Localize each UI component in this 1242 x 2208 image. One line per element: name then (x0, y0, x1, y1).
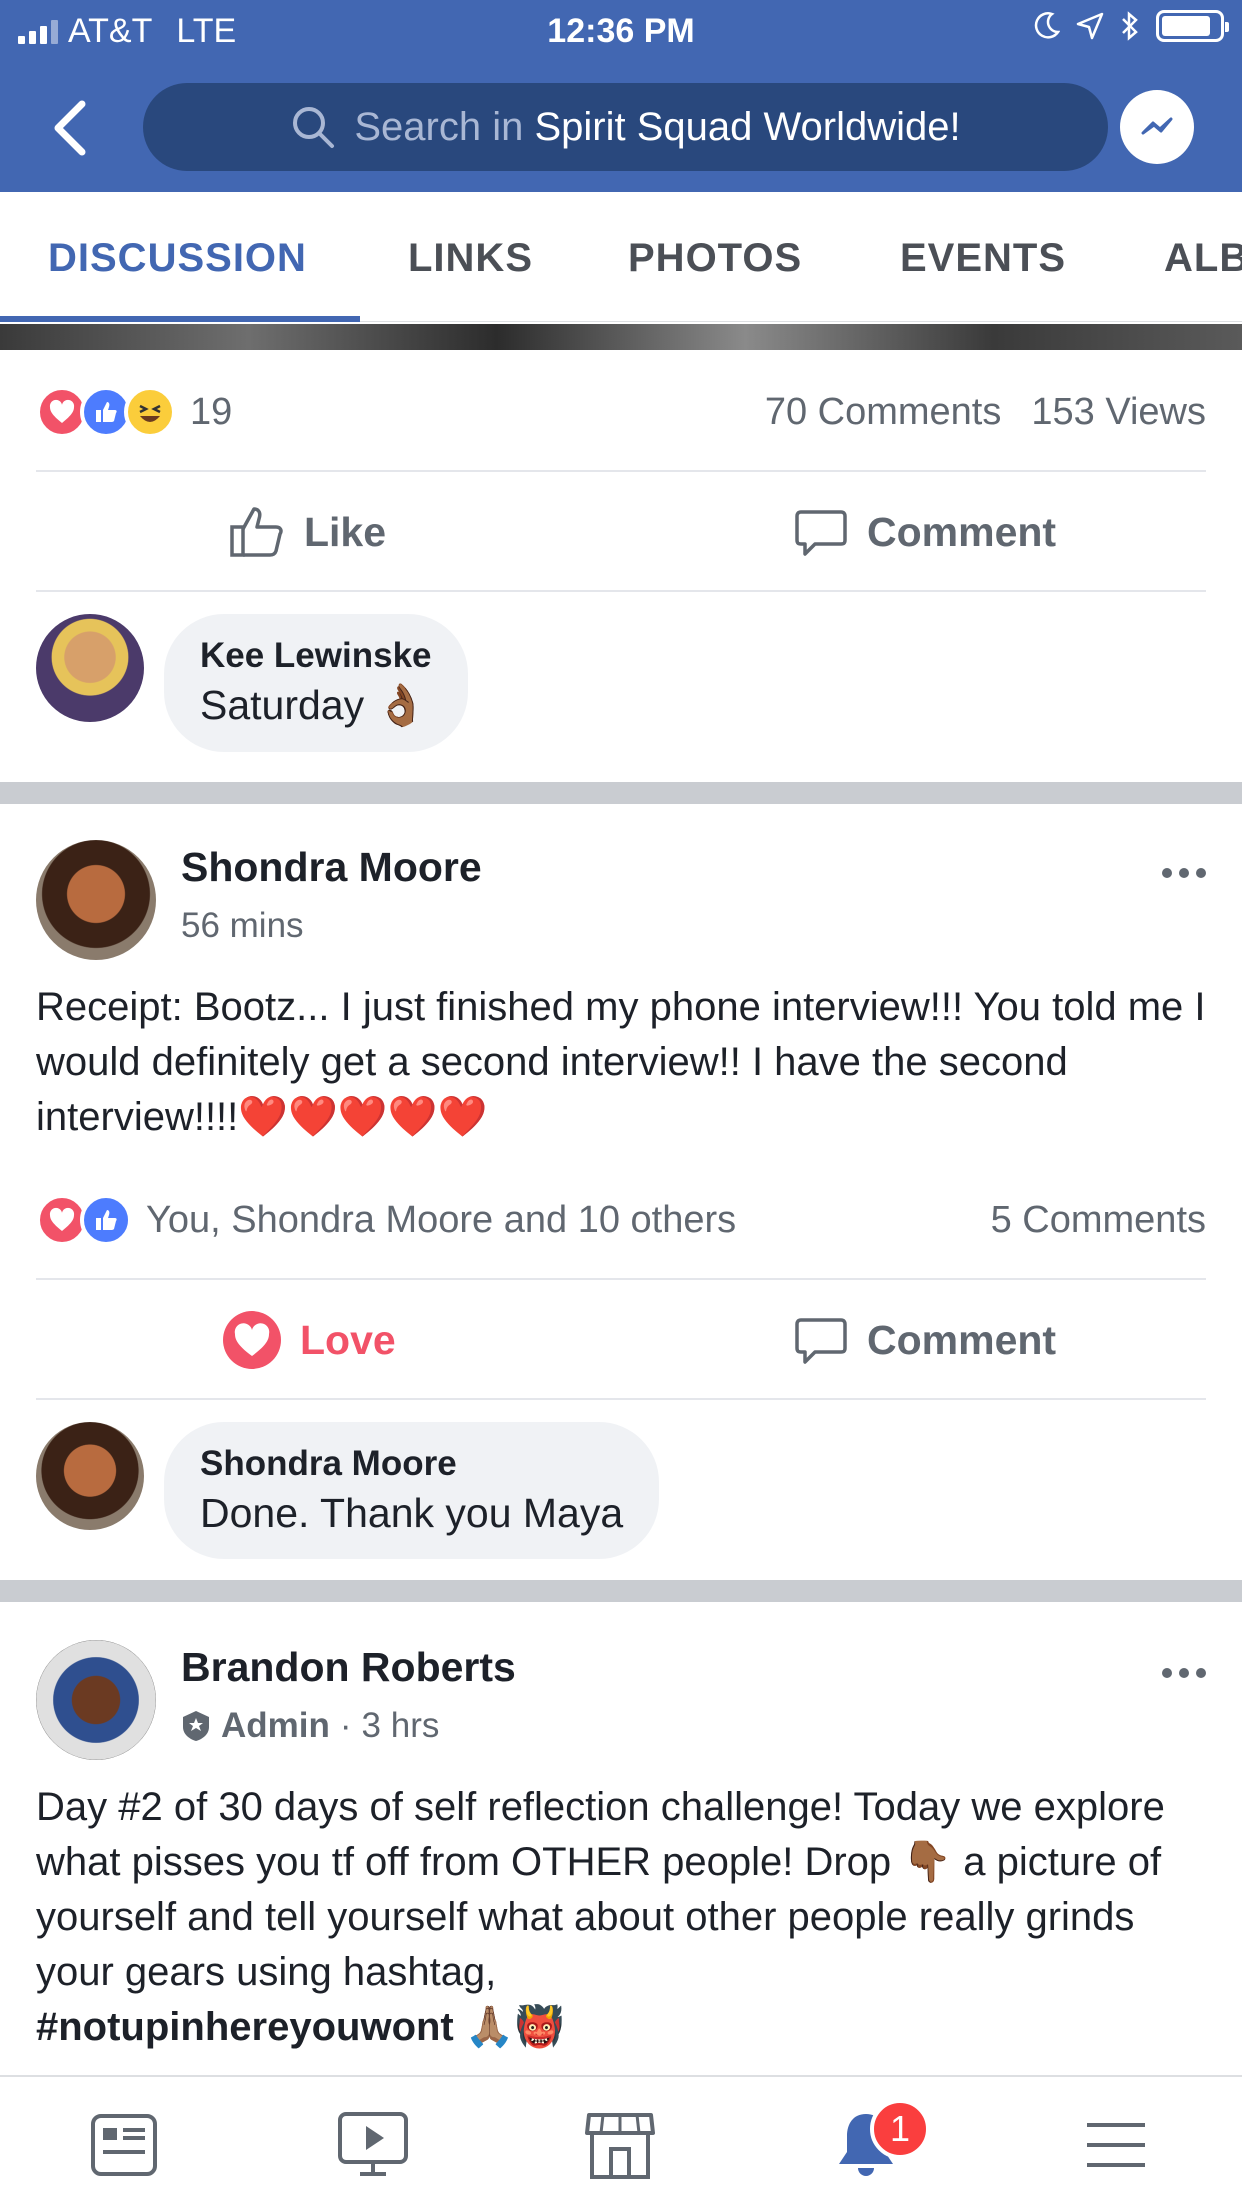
comment-bubble[interactable]: Kee Lewinske Saturday 👌🏾 (164, 614, 468, 752)
tab-events[interactable]: EVENTS (900, 236, 1066, 281)
search-placeholder: Search in (354, 104, 524, 149)
bottom-tab-bar: 1 (0, 2075, 1242, 2208)
moon-icon (1034, 12, 1060, 39)
post-time[interactable]: 56 mins (181, 906, 304, 946)
back-button[interactable] (48, 98, 96, 158)
more-options-button[interactable] (1162, 1668, 1206, 1678)
tab-discussion[interactable]: DISCUSSION (48, 236, 307, 281)
feed-separator (0, 782, 1242, 804)
post2-actions: Love Comment (0, 1281, 1242, 1399)
comment-item: Shondra Moore Done. Thank you Maya (36, 1422, 660, 1559)
status-bar: AT&T LTE 12:36 PM (0, 0, 1242, 62)
post-body: Day #2 of 30 days of self reflection cha… (36, 1780, 1206, 2055)
post1-stats: 19 70 Comments 153 Views (36, 352, 1206, 472)
reaction-count: 19 (190, 390, 233, 433)
post2-reactions[interactable]: You, Shondra Moore and 10 others (36, 1194, 736, 1246)
battery-icon (1156, 10, 1229, 42)
comment-label: Comment (867, 508, 1057, 555)
notification-badge: 1 (870, 2099, 930, 2159)
menu-icon (1087, 2123, 1145, 2167)
haha-reaction-icon (124, 386, 176, 438)
comment-icon (795, 510, 847, 556)
comment-button[interactable]: Comment (793, 1281, 1056, 1399)
watch-tab[interactable] (333, 2107, 413, 2183)
location-icon (1076, 12, 1104, 40)
comment-label: Comment (867, 1316, 1057, 1363)
comment-bubble[interactable]: Shondra Moore Done. Thank you Maya (164, 1422, 660, 1559)
bluetooth-icon (1122, 11, 1138, 41)
post-author[interactable]: Shondra Moore (181, 844, 482, 891)
post3-header: Brandon Roberts Admin · 3 hrs (36, 1640, 1206, 1760)
post-text: Day #2 of 30 days of self reflection cha… (36, 1785, 1165, 1994)
avatar[interactable] (36, 840, 156, 960)
post-author[interactable]: Brandon Roberts (181, 1644, 516, 1691)
video-icon (338, 2112, 408, 2176)
comment-text: Saturday 👌🏾 (200, 682, 427, 728)
divider (36, 1278, 1206, 1280)
search-group-name: Spirit Squad Worldwide! (534, 104, 961, 149)
like-reaction-icon (80, 1194, 132, 1246)
tab-albums[interactable]: ALB (1164, 236, 1242, 281)
love-button[interactable]: Love (222, 1281, 396, 1399)
heart-icon (223, 1311, 281, 1369)
like-button[interactable]: Like (228, 473, 386, 591)
post-photo-bottom[interactable] (0, 324, 1242, 350)
marketplace-icon (585, 2113, 655, 2179)
search-input[interactable]: Search in Spirit Squad Worldwide! (143, 83, 1108, 171)
post-body: Receipt: Bootz... I just finished my pho… (36, 985, 1206, 1139)
post-time[interactable]: 3 hrs (362, 1706, 440, 1746)
avatar[interactable] (36, 1422, 144, 1530)
comment-text: Done. Thank you Maya (200, 1490, 624, 1536)
admin-badge-icon (183, 1711, 209, 1741)
tab-links[interactable]: LINKS (408, 236, 533, 281)
news-feed-tab[interactable] (84, 2107, 164, 2183)
news-feed-icon (91, 2114, 157, 2176)
status-right (1034, 10, 1229, 42)
messenger-icon (1141, 117, 1173, 135)
post-meta: Admin · 3 hrs (181, 1706, 439, 1746)
chevron-left-icon (54, 100, 86, 156)
comment-author[interactable]: Kee Lewinske (200, 636, 432, 676)
messenger-button[interactable] (1120, 90, 1194, 164)
post2-header: Shondra Moore 56 mins (36, 840, 1206, 960)
divider (36, 470, 1206, 472)
comment-icon (795, 1318, 847, 1364)
more-options-button[interactable] (1162, 868, 1206, 878)
group-tabs: DISCUSSION LINKS PHOTOS EVENTS ALB (0, 192, 1242, 322)
like-label: Like (304, 508, 387, 555)
post1-actions: Like Comment (0, 473, 1242, 591)
post2-stats: You, Shondra Moore and 10 others 5 Comme… (36, 1160, 1206, 1280)
app-header: AT&T LTE 12:36 PM Search in Spirit Squad… (0, 0, 1242, 192)
search-icon (293, 107, 335, 148)
avatar[interactable] (36, 614, 144, 722)
comment-count[interactable]: 5 Comments (991, 1199, 1206, 1242)
active-tab-indicator (0, 316, 360, 322)
menu-tab[interactable] (1076, 2107, 1156, 2183)
comment-item: Kee Lewinske Saturday 👌🏾 (36, 614, 468, 752)
post-emoji: 🙏🏽👹 (464, 2005, 565, 2049)
feed-separator (0, 1580, 1242, 1602)
comment-author[interactable]: Shondra Moore (200, 1444, 623, 1484)
tab-photos[interactable]: PHOTOS (628, 236, 802, 281)
divider (36, 590, 1206, 592)
marketplace-tab[interactable] (580, 2107, 660, 2183)
avatar[interactable] (36, 1640, 156, 1760)
love-label: Love (300, 1316, 396, 1363)
reactions-summary: You, Shondra Moore and 10 others (146, 1198, 737, 1241)
comment-button[interactable]: Comment (793, 473, 1056, 591)
divider (36, 1398, 1206, 1400)
hashtag-link[interactable]: #notupinhereyouwont (36, 2005, 454, 2049)
meta-separator: · (339, 1706, 352, 1745)
thumbs-up-icon (230, 507, 283, 557)
post1-reactions[interactable]: 19 (36, 386, 232, 438)
admin-label: Admin (221, 1706, 330, 1745)
view-count[interactable]: 153 Views (1031, 391, 1206, 434)
comment-count[interactable]: 70 Comments (765, 391, 1002, 434)
post-meta: 56 mins (181, 906, 304, 946)
